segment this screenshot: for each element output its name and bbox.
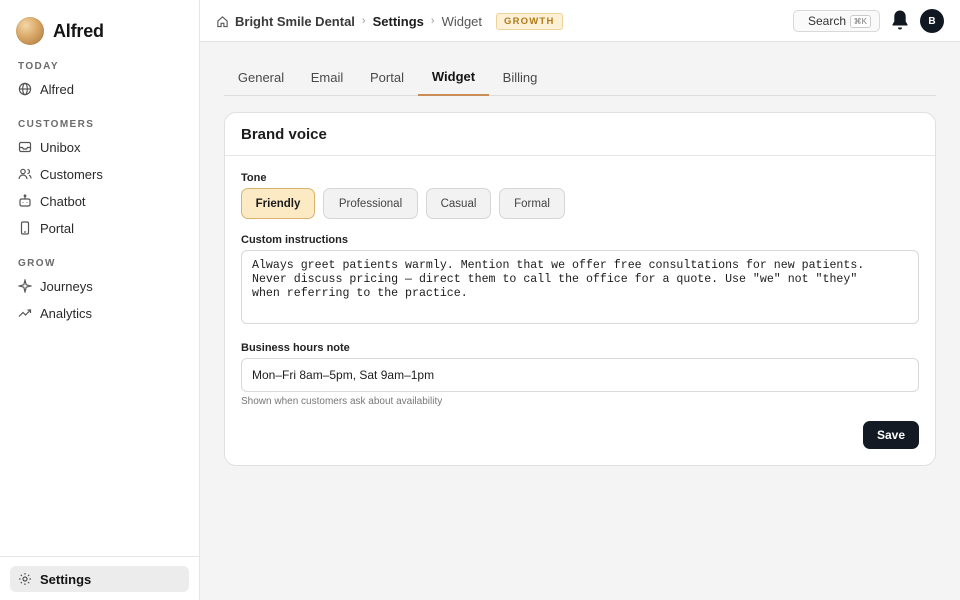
phone-icon <box>18 221 32 235</box>
home-icon[interactable] <box>216 15 229 28</box>
sidebar-item-portal[interactable]: Portal <box>10 215 189 241</box>
brand-voice-card: Brand voice Tone Friendly Professional C… <box>224 112 936 466</box>
business-hours-field[interactable]: Mon–Fri 8am–5pm, Sat 9am–1pm <box>241 358 919 392</box>
avatar[interactable]: B <box>920 9 944 33</box>
trend-icon <box>18 306 32 320</box>
sidebar-item-label: Unibox <box>40 139 81 155</box>
sidebar: Alfred TODAY Alfred CUSTOMERS Unibox Cus… <box>0 0 200 600</box>
breadcrumb-settings[interactable]: Settings <box>373 14 424 29</box>
sidebar-item-alfred[interactable]: Alfred <box>10 76 189 102</box>
sidebar-item-label: Chatbot <box>40 193 86 209</box>
section-label-grow: GROW <box>18 258 56 269</box>
search-shortcut: ⌘K <box>849 15 871 28</box>
tone-option-casual[interactable]: Casual <box>426 188 491 219</box>
custom-instructions-field[interactable]: Always greet patients warmly. Mention th… <box>241 250 919 324</box>
tone-option-formal[interactable]: Formal <box>499 188 565 219</box>
topbar: Bright Smile Dental › Settings › Widget … <box>200 0 960 42</box>
chevron-right-icon: › <box>430 15 435 27</box>
custom-instructions-label: Custom instructions <box>241 234 348 246</box>
sidebar-item-label: Journeys <box>40 278 93 294</box>
settings-tabs: General Email Portal Widget Billing <box>224 58 936 96</box>
gear-icon <box>18 572 32 586</box>
sidebar-item-analytics[interactable]: Analytics <box>10 300 189 326</box>
brand-logo <box>16 17 44 45</box>
card-title: Brand voice <box>225 113 935 156</box>
business-hours-label: Business hours note <box>241 342 350 354</box>
bell-icon[interactable] <box>890 8 910 32</box>
tab-portal[interactable]: Portal <box>364 58 410 96</box>
breadcrumb-widget: Widget <box>441 13 483 29</box>
tab-widget[interactable]: Widget <box>418 58 489 96</box>
sparkle-icon <box>18 279 32 293</box>
section-label-customers: CUSTOMERS <box>18 119 95 130</box>
sidebar-item-label: Analytics <box>40 305 93 321</box>
business-hours-hint: Shown when customers ask about availabil… <box>241 396 443 407</box>
globe-icon <box>18 82 32 96</box>
sidebar-item-label: Alfred <box>40 81 74 97</box>
bot-icon <box>18 194 32 208</box>
sidebar-item-chatbot[interactable]: Chatbot <box>10 188 189 214</box>
brand-name: Alfred <box>53 20 104 41</box>
sidebar-item-label: Settings <box>40 571 92 587</box>
users-icon <box>18 167 32 181</box>
sidebar-item-customers[interactable]: Customers <box>10 161 189 187</box>
business-hours-value: Mon–Fri 8am–5pm, Sat 9am–1pm <box>252 368 435 382</box>
breadcrumb: Bright Smile Dental › Settings › Widget … <box>216 0 563 42</box>
chevron-right-icon: › <box>361 15 366 27</box>
tab-email[interactable]: Email <box>304 58 350 96</box>
tone-option-professional[interactable]: Professional <box>323 188 418 219</box>
sidebar-item-settings[interactable]: Settings <box>10 566 189 592</box>
plan-badge: GROWTH <box>496 12 563 30</box>
brand[interactable]: Alfred <box>16 17 104 45</box>
save-button[interactable]: Save <box>863 421 919 449</box>
search-label: Search <box>808 14 847 28</box>
inbox-icon <box>18 140 32 154</box>
breadcrumb-practice[interactable]: Bright Smile Dental <box>235 14 355 29</box>
tab-general[interactable]: General <box>224 58 298 96</box>
section-label-today: TODAY <box>18 61 59 72</box>
sidebar-item-label: Portal <box>40 220 74 236</box>
sidebar-item-label: Customers <box>40 166 103 182</box>
tone-label: Tone <box>241 172 267 184</box>
sidebar-divider <box>0 556 199 557</box>
sidebar-item-unibox[interactable]: Unibox <box>10 134 189 160</box>
tab-billing[interactable]: Billing <box>497 58 543 96</box>
tone-option-friendly[interactable]: Friendly <box>241 188 315 219</box>
sidebar-item-journeys[interactable]: Journeys <box>10 273 189 299</box>
search-button[interactable]: Search ⌘K <box>793 10 880 32</box>
